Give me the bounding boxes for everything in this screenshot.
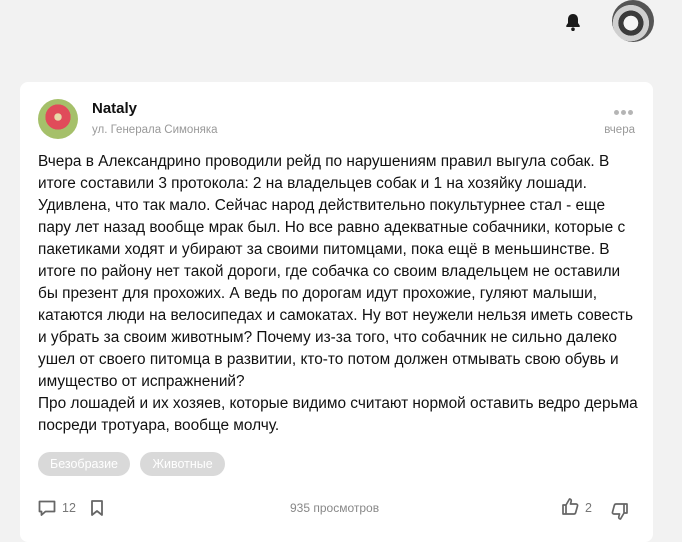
author-location: ул. Генерала Симоняка [92, 124, 218, 136]
bookmark-icon[interactable] [89, 499, 105, 517]
author-avatar[interactable] [38, 99, 78, 139]
more-options-icon[interactable] [614, 102, 636, 115]
top-bar [0, 0, 682, 60]
comments-count: 12 [62, 501, 76, 515]
comment-icon[interactable] [37, 499, 57, 517]
post-date: вчера [604, 124, 635, 136]
dislike-icon[interactable] [610, 502, 630, 522]
views-count: 935 просмотров [290, 501, 380, 515]
post-paragraph: Вчера в Александрино проводили рейд по н… [38, 153, 633, 390]
bell-icon[interactable] [563, 12, 583, 32]
author-name[interactable]: Nataly [92, 100, 137, 117]
post-text: Вчера в Александрино проводили рейд по н… [38, 151, 638, 437]
user-avatar[interactable] [612, 0, 654, 42]
like-icon[interactable] [560, 496, 580, 516]
post-paragraph: Про лошадей и их хозяев, которые видимо … [38, 395, 638, 434]
likes-count: 2 [585, 501, 592, 515]
tag-chip[interactable]: Животные [140, 452, 225, 476]
post-card: Nataly ул. Генерала Симоняка вчера Вчера… [20, 82, 653, 542]
tag-chip[interactable]: Безобразие [38, 452, 131, 476]
post-footer: 12 935 просмотров 2 [20, 496, 653, 520]
tag-list: Безобразие Животные [38, 452, 231, 476]
